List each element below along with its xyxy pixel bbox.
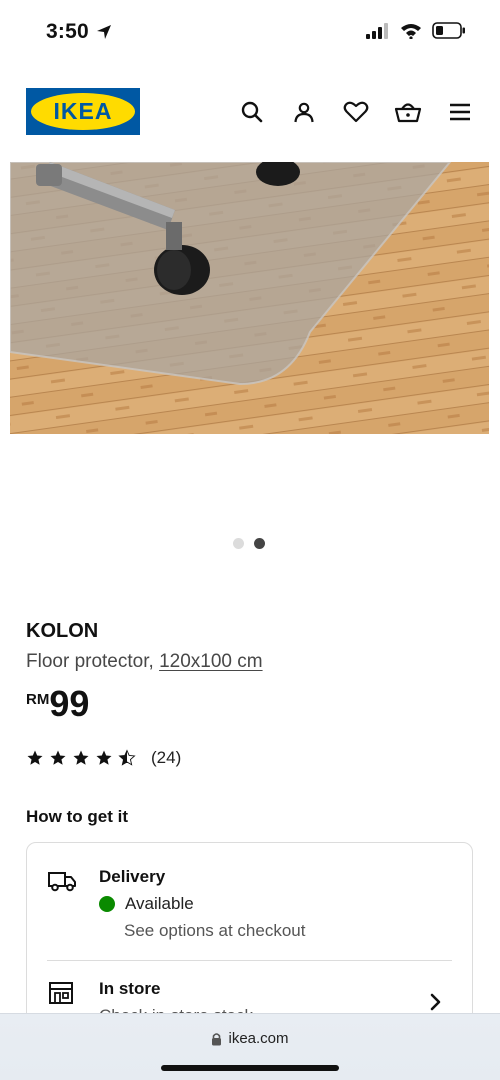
product-type: Floor protector, [26, 651, 160, 672]
profile-icon[interactable] [290, 98, 318, 126]
product-image[interactable] [10, 162, 489, 434]
delivery-status: Available [125, 894, 194, 913]
site-header: IKEA [0, 86, 500, 138]
delivery-title: Delivery [99, 867, 166, 886]
product-size-link[interactable]: 120x100 cm [159, 651, 263, 672]
carousel-dot-1[interactable] [233, 538, 244, 549]
delivery-subtext: See options at checkout [124, 921, 306, 940]
how-to-get-it-title: How to get it [26, 807, 128, 826]
logo-text: IKEA [53, 98, 113, 124]
truck-icon [47, 869, 77, 898]
delivery-availability: Available [99, 894, 194, 914]
location-arrow-icon [96, 25, 111, 39]
carousel-dot-2-active[interactable] [254, 538, 265, 549]
available-status-dot [99, 896, 115, 912]
status-time: 3:50 [46, 20, 113, 44]
star-icon [96, 750, 112, 765]
menu-icon[interactable] [446, 98, 474, 126]
in-store-title: In store [99, 979, 161, 998]
cellular-signal-icon [366, 22, 388, 39]
price-currency: RM [26, 691, 50, 708]
lock-icon [212, 1032, 222, 1045]
ikea-logo[interactable]: IKEA [26, 88, 140, 135]
product-price: RM 99 [26, 686, 89, 722]
product-name: KOLON [26, 620, 99, 642]
star-icon [73, 750, 89, 765]
product-description: Floor protector, 120x100 cm [26, 651, 263, 673]
url-text: ikea.com [228, 1030, 289, 1047]
price-value: 99 [49, 683, 90, 724]
address-bar[interactable]: ikea.com [0, 1030, 500, 1047]
status-icons [366, 22, 466, 39]
store-icon [47, 981, 75, 1010]
search-icon[interactable] [238, 98, 266, 126]
card-divider [47, 960, 452, 961]
delivery-row[interactable]: Delivery Available See options at checko… [47, 867, 452, 957]
status-time-text: 3:50 [46, 20, 89, 43]
battery-icon [432, 22, 465, 39]
home-indicator[interactable] [161, 1065, 339, 1071]
rating-count: (24) [151, 748, 182, 767]
heart-icon[interactable] [342, 98, 370, 126]
status-bar: 3:50 [0, 0, 500, 66]
star-icon [27, 750, 43, 765]
wifi-icon [401, 23, 421, 39]
product-rating[interactable]: (24) [26, 748, 181, 768]
header-actions [238, 98, 474, 126]
browser-bottom-bar: ikea.com [0, 1013, 500, 1080]
half-star-icon [118, 749, 136, 766]
carousel-dots [233, 538, 265, 549]
basket-icon[interactable] [394, 98, 422, 126]
star-icon [50, 750, 66, 765]
